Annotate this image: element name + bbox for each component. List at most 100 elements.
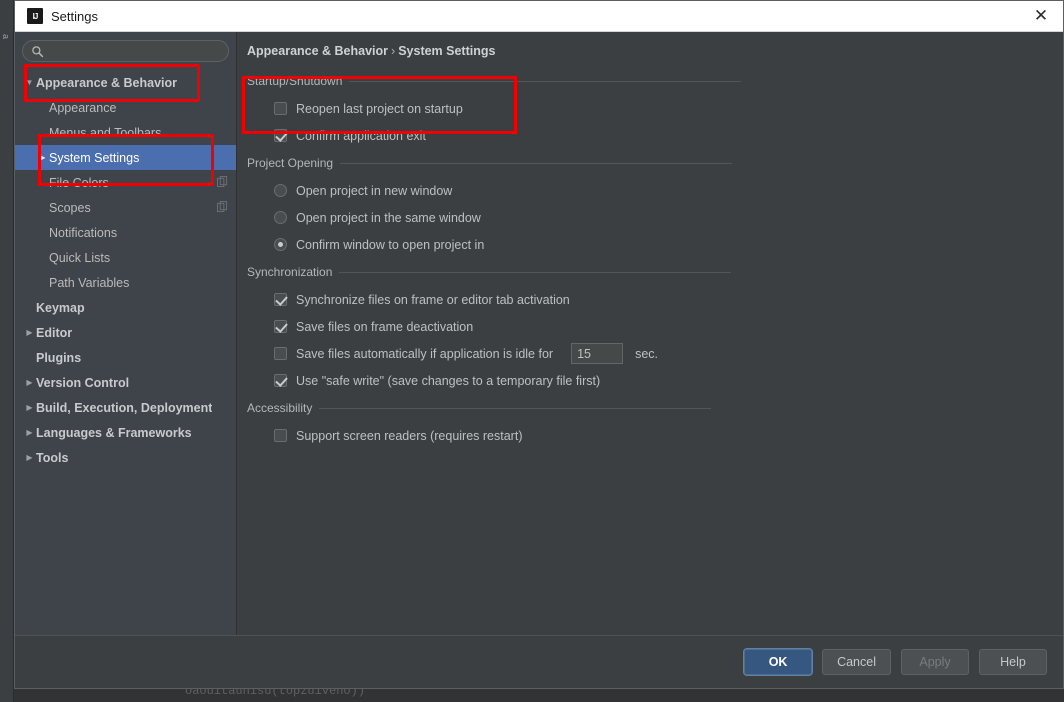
group-accessibility: Accessibility Support screen readers (req…: [247, 401, 1047, 449]
group-title: Startup/Shutdown: [247, 74, 343, 88]
option-label: Save files automatically if application …: [296, 346, 554, 361]
checkbox-control[interactable]: [274, 293, 287, 306]
ide-left-toolwindow-strip: a: [0, 0, 14, 702]
checkbox-control[interactable]: [274, 320, 287, 333]
chevron-right-icon[interactable]: ▶: [23, 403, 36, 412]
settings-groups: Startup/Shutdown Reopen last project on s…: [247, 74, 1047, 449]
checkbox-control[interactable]: [274, 429, 287, 442]
radio-button-control[interactable]: [274, 211, 287, 224]
sidebar-item-label: Menus and Toolbars: [49, 125, 162, 140]
chevron-right-icon[interactable]: ▶: [23, 453, 36, 462]
option-label: Confirm application exit: [296, 128, 426, 143]
option-label: Synchronize files on frame or editor tab…: [296, 292, 570, 307]
group-divider: [349, 80, 742, 82]
sidebar-item-label: Scopes: [49, 200, 91, 215]
dialog-title: Settings: [51, 8, 98, 24]
option-label: Support screen readers (requires restart…: [296, 428, 523, 443]
cancel-button[interactable]: Cancel: [822, 649, 891, 675]
radio-open-project-in-the-same-window[interactable]: Open project in the same window: [247, 204, 1047, 231]
group-title: Accessibility: [247, 401, 313, 415]
settings-sidebar: ▼ Appearance & Behavior Appearance Menus an…: [15, 32, 237, 635]
dialog-title-bar: Settings ✕: [15, 1, 1063, 32]
group-header: Accessibility: [247, 401, 1047, 415]
option-label: Confirm window to open project in: [296, 237, 485, 252]
checkbox-synchronize-files-on-frame-or-editor-tab[interactable]: Synchronize files on frame or editor tab…: [247, 286, 1047, 313]
checkbox-reopen-last-project-on-startup[interactable]: Reopen last project on startup: [247, 95, 1047, 122]
sidebar-item-label: Keymap: [36, 300, 85, 315]
sidebar-item-plugins[interactable]: Plugins: [15, 345, 236, 370]
dialog-body: ▼ Appearance & Behavior Appearance Menus an…: [15, 32, 1063, 635]
sidebar-item-system-settings[interactable]: ▶ System Settings: [15, 145, 236, 170]
chevron-down-icon[interactable]: ▼: [23, 78, 36, 87]
option-label: Open project in the same window: [296, 210, 481, 225]
sidebar-item-path-variables[interactable]: Path Variables: [15, 270, 236, 295]
checkbox-save-files-on-frame-deactivation[interactable]: Save files on frame deactivation: [247, 313, 1047, 340]
breadcrumb-current: System Settings: [398, 44, 496, 58]
sidebar-item-languages-frameworks[interactable]: ▶ Languages & Frameworks: [15, 420, 236, 445]
sidebar-item-file-colors[interactable]: File Colors: [15, 170, 236, 195]
chevron-right-icon[interactable]: ▶: [23, 428, 36, 437]
sidebar-item-label: File Colors: [49, 175, 109, 190]
option-label: Use "safe write" (save changes to a temp…: [296, 373, 601, 388]
sidebar-item-menus-and-toolbars[interactable]: Menus and Toolbars: [15, 120, 236, 145]
sidebar-item-keymap[interactable]: Keymap: [15, 295, 236, 320]
checkbox-use-safe-write-save-changes-to-a-tempora[interactable]: Use "safe write" (save changes to a temp…: [247, 367, 1047, 394]
checkbox-control[interactable]: [274, 129, 287, 142]
copy-settings-icon[interactable]: [217, 176, 228, 188]
sidebar-item-label: Tools: [36, 450, 69, 465]
group-synchronization: Synchronization Synchronize files on fram…: [247, 265, 1047, 394]
sidebar-item-label: Path Variables: [49, 275, 130, 290]
sidebar-item-build-execution-deployment[interactable]: ▶ Build, Execution, Deployment: [15, 395, 236, 420]
group-startup-shutdown: Startup/Shutdown Reopen last project on s…: [247, 74, 1047, 149]
settings-main-panel: Appearance & Behavior › System Settings St…: [237, 32, 1063, 635]
sidebar-item-notifications[interactable]: Notifications: [15, 220, 236, 245]
radio-open-project-in-new-window[interactable]: Open project in new window: [247, 177, 1047, 204]
sidebar-item-label: System Settings: [49, 150, 140, 165]
group-header: Synchronization: [247, 265, 1047, 279]
breadcrumb-parent[interactable]: Appearance & Behavior: [247, 44, 388, 58]
sidebar-item-label: Build, Execution, Deployment: [36, 400, 213, 415]
sidebar-item-label: Appearance: [49, 100, 117, 115]
group-header: Startup/Shutdown: [247, 74, 1047, 88]
checkbox-save-files-automatically-if-application-[interactable]: Save files automatically if application …: [247, 340, 1047, 367]
search-icon: [32, 45, 44, 57]
sidebar-item-label: Version Control: [36, 375, 130, 390]
sidebar-item-editor[interactable]: ▶ Editor: [15, 320, 236, 345]
group-divider: [319, 407, 712, 409]
help-button[interactable]: Help: [979, 649, 1047, 675]
ok-button[interactable]: OK: [743, 648, 814, 676]
sidebar-item-tools[interactable]: ▶ Tools: [15, 445, 236, 470]
settings-dialog: Settings ✕ ▼Appearance & BehaviorAppeara…: [14, 0, 1064, 689]
copy-settings-icon[interactable]: [217, 201, 228, 213]
chevron-right-icon[interactable]: ▶: [23, 378, 36, 387]
chevron-right-icon[interactable]: ▶: [36, 153, 49, 162]
group-header: Project Opening: [247, 156, 1047, 170]
sidebar-item-label: Languages & Frameworks: [36, 425, 192, 440]
option-label: Save files on frame deactivation: [296, 319, 474, 334]
search-box[interactable]: [22, 40, 229, 62]
radio-button-control[interactable]: [274, 184, 287, 197]
radio-confirm-window-to-open-project-in[interactable]: Confirm window to open project in: [247, 231, 1047, 258]
sidebar-item-version-control[interactable]: ▶ Version Control: [15, 370, 236, 395]
sidebar-item-appearance[interactable]: Appearance: [15, 95, 236, 120]
sidebar-item-appearance-behavior[interactable]: ▼ Appearance & Behavior: [15, 70, 236, 95]
ide-left-strip-label: a: [1, 34, 11, 44]
checkbox-control[interactable]: [274, 347, 287, 360]
sidebar-item-quick-lists[interactable]: Quick Lists: [15, 245, 236, 270]
group-title: Synchronization: [247, 265, 333, 279]
checkbox-support-screen-readers-requires-restart[interactable]: Support screen readers (requires restart…: [247, 422, 1047, 449]
idle-seconds-input[interactable]: [571, 343, 624, 364]
radio-button-control[interactable]: [274, 238, 287, 251]
group-project-opening: Project Opening Open project in new windo…: [247, 156, 1047, 258]
chevron-right-icon[interactable]: ▶: [23, 328, 36, 337]
checkbox-control[interactable]: [274, 102, 287, 115]
checkbox-control[interactable]: [274, 374, 287, 387]
option-label: Reopen last project on startup: [296, 101, 463, 116]
close-icon[interactable]: ✕: [1019, 1, 1063, 31]
checkbox-confirm-application-exit[interactable]: Confirm application exit: [247, 122, 1047, 149]
apply-button[interactable]: Apply: [901, 649, 969, 675]
search-input[interactable]: [44, 44, 220, 58]
group-divider: [339, 271, 732, 273]
idle-seconds-unit-label: sec.: [635, 346, 659, 361]
sidebar-item-scopes[interactable]: Scopes: [15, 195, 236, 220]
